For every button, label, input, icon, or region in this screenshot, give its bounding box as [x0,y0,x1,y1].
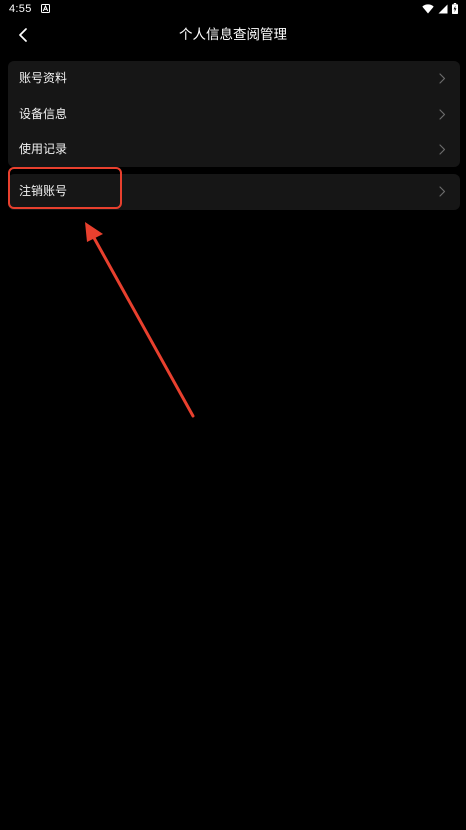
app-header: 个人信息查阅管理 [0,20,466,50]
menu-item-account-profile[interactable]: 账号资料 [8,61,460,97]
menu-item-cancel-account[interactable]: 注销账号 [8,174,460,210]
chevron-right-icon [439,144,446,155]
menu-item-usage-records[interactable]: 使用记录 [8,132,460,168]
wifi-icon [422,3,434,13]
status-icons [422,3,458,14]
page-title: 个人信息查阅管理 [179,27,287,43]
status-bar: 4:55 [0,0,466,20]
chevron-right-icon [439,73,446,84]
a-square-icon [41,4,50,13]
menu-group-account: 注销账号 [8,174,460,210]
chevron-right-icon [439,186,446,197]
menu-item-label: 账号资料 [19,71,68,85]
cellular-signal-icon [438,4,448,13]
menu-group-info: 账号资料 设备信息 使用记录 [8,61,460,167]
menu-item-label: 注销账号 [19,184,68,198]
battery-charging-icon [452,3,458,14]
menu-item-label: 使用记录 [19,142,68,156]
menu-item-label: 设备信息 [19,106,68,121]
status-time: 4:55 [9,3,32,15]
menu-item-device-info[interactable]: 设备信息 [8,97,460,133]
chevron-right-icon [439,108,446,120]
